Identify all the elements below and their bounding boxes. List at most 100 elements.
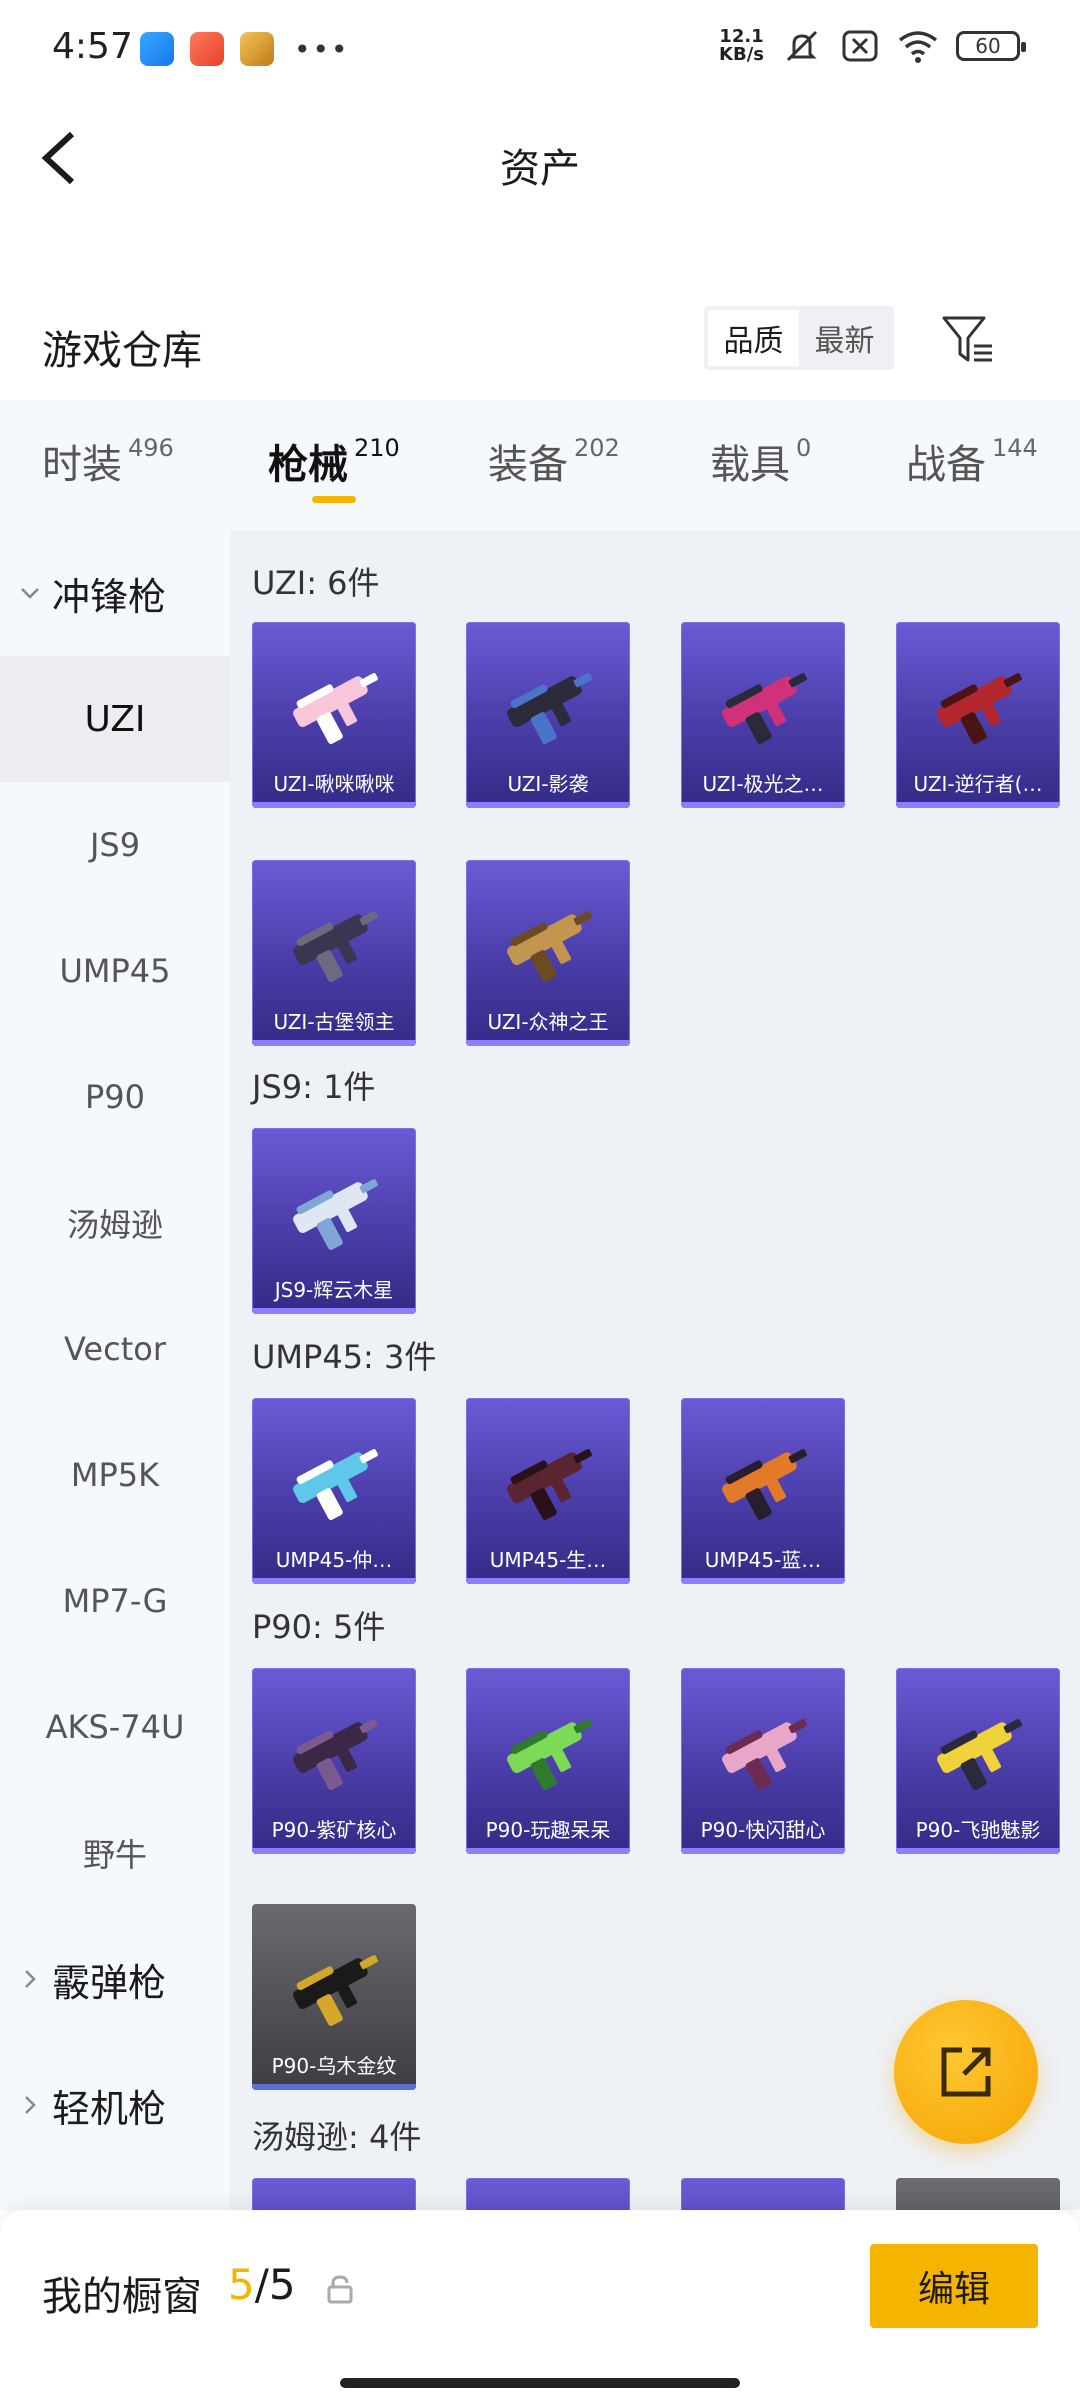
weapon-name: UZI-极光之…	[702, 771, 824, 796]
weapon-name: P90-乌木金纹	[271, 2053, 397, 2078]
rarity-bar	[466, 1848, 630, 1854]
weapon-card[interactable]: UZI-极光之…	[681, 622, 845, 808]
sidebar-item-thompson[interactable]: 汤姆逊	[0, 1160, 230, 1286]
filter-icon[interactable]	[940, 312, 996, 368]
status-app-icons: •••	[140, 32, 350, 66]
weapon-skin-image	[293, 1179, 378, 1250]
warehouse-title: 游戏仓库	[42, 328, 202, 374]
weapon-name: UZI-逆行者(…	[913, 771, 1043, 796]
weapon-grid: UZI: 6件 JS9: 1件 UMP45: 3件 P90: 5件 汤姆逊: 4…	[230, 530, 1080, 2210]
tab-combat-gear[interactable]: 战备 144	[906, 432, 1038, 490]
no-sim-icon	[842, 30, 878, 62]
tab-costume[interactable]: 时装 496	[42, 432, 174, 490]
tab-equipment[interactable]: 装备 202	[488, 432, 620, 490]
lock-icon	[327, 2275, 353, 2304]
sidebar-item-uzi[interactable]: UZI	[0, 656, 230, 782]
chevron-right-icon	[25, 1970, 36, 1988]
weapon-skin-image	[507, 1719, 592, 1790]
weapon-name: UMP45-仲…	[275, 1547, 393, 1572]
sidebar-item-p90[interactable]: P90	[0, 1034, 230, 1160]
section-title-ump45: UMP45: 3件	[252, 1338, 437, 1376]
weapon-skin-image	[937, 1719, 1022, 1790]
tab-vehicles[interactable]: 载具 0	[710, 432, 811, 490]
home-indicator[interactable]	[340, 2378, 740, 2388]
weapon-card[interactable]: UZI-众神之王	[466, 860, 630, 1046]
rarity-bar	[252, 1578, 416, 1584]
weapon-skin-image	[937, 673, 1022, 744]
weapon-card[interactable]: UMP45-生…	[466, 1398, 630, 1584]
status-bar: 4:57 ••• 12.1 KB/s 60	[0, 0, 1080, 96]
weapon-card[interactable]: UZI-逆行者(…	[896, 622, 1060, 808]
weapon-name: JS9-辉云木星	[274, 1277, 394, 1302]
rarity-bar	[896, 1848, 1060, 1854]
category-tabs: 时装 496 枪械 210 装备 202 载具 0 战备 144	[0, 400, 1080, 530]
weapon-card[interactable]: P90-快闪甜心	[681, 1668, 845, 1854]
rarity-bar	[466, 1040, 630, 1046]
weapon-name: UZI-影袭	[507, 771, 589, 796]
sidebar-item-vector[interactable]: Vector	[0, 1286, 230, 1412]
weapon-name: P90-紫矿核心	[271, 1817, 397, 1842]
rarity-bar	[896, 802, 1060, 808]
weapon-card[interactable]	[896, 2178, 1060, 2210]
page-title: 资产	[500, 146, 580, 192]
sidebar-item-js9[interactable]: JS9	[0, 782, 230, 908]
tab-weapons[interactable]: 枪械 210	[268, 432, 400, 490]
section-title-p90: P90: 5件	[252, 1608, 386, 1646]
weapon-skin-image	[293, 1955, 378, 2026]
weapon-card[interactable]: P90-紫矿核心	[252, 1668, 416, 1854]
weapon-skin-image	[293, 911, 378, 982]
status-time: 4:57	[52, 26, 133, 67]
net-speed: 12.1 KB/s	[719, 26, 764, 65]
more-notifications-icon: •••	[294, 32, 350, 66]
showcase-count: 5/5	[228, 2260, 296, 2309]
weapon-card[interactable]: P90-乌木金纹	[252, 1904, 416, 2090]
sort-quality-button[interactable]: 品质	[708, 310, 799, 366]
rarity-bar	[681, 802, 845, 808]
weapon-card[interactable]	[252, 2178, 416, 2210]
weapon-card[interactable]: UZI-影袭	[466, 622, 630, 808]
weapon-skin-image	[722, 673, 807, 744]
weapon-card[interactable]: UMP45-蓝…	[681, 1398, 845, 1584]
share-button[interactable]	[894, 2000, 1038, 2144]
weapon-skin-image	[507, 1449, 592, 1520]
rarity-bar	[466, 1578, 630, 1584]
weapon-card[interactable]: UMP45-仲…	[252, 1398, 416, 1584]
sort-newest-button[interactable]: 最新	[799, 310, 890, 366]
weapon-card[interactable]	[681, 2178, 845, 2210]
weapon-name: P90-飞驰魅影	[915, 1817, 1041, 1842]
section-title-thompson: 汤姆逊: 4件	[252, 2118, 422, 2156]
sidebar-group-smg[interactable]: 冲锋枪	[0, 530, 230, 656]
warehouse-header: 游戏仓库 品质 最新	[0, 290, 1080, 400]
sort-toggle: 品质 最新	[704, 306, 894, 370]
sidebar-group-shotgun[interactable]: 霰弹枪	[0, 1916, 230, 2042]
sidebar-item-bizon[interactable]: 野牛	[0, 1790, 230, 1916]
weapon-card[interactable]: UZI-古堡领主	[252, 860, 416, 1046]
app-notification-icon	[240, 32, 274, 66]
sidebar-item-aks74u[interactable]: AKS-74U	[0, 1664, 230, 1790]
mute-bell-icon	[786, 30, 818, 62]
section-title-js9: JS9: 1件	[252, 1068, 376, 1106]
sidebar-item-ump45[interactable]: UMP45	[0, 908, 230, 1034]
rarity-bar	[252, 802, 416, 808]
weapon-card[interactable]: P90-飞驰魅影	[896, 1668, 1060, 1854]
share-icon	[941, 2047, 991, 2097]
sidebar-group-lmg[interactable]: 轻机枪	[0, 2042, 230, 2168]
app-notification-icon	[190, 32, 224, 66]
weapon-skin-image	[722, 1719, 807, 1790]
sidebar-item-mp7g[interactable]: MP7-G	[0, 1538, 230, 1664]
weapon-card[interactable]: UZI-啾咪啾咪	[252, 622, 416, 808]
battery-icon: 60	[956, 31, 1026, 61]
weapon-card[interactable]	[466, 2178, 630, 2210]
rarity-bar	[252, 1848, 416, 1854]
weapon-card[interactable]: JS9-辉云木星	[252, 1128, 416, 1314]
rarity-bar	[252, 1308, 416, 1314]
weapon-name: UZI-啾咪啾咪	[273, 771, 395, 796]
edit-button[interactable]: 编辑	[870, 2244, 1038, 2328]
weapon-card[interactable]: P90-玩趣呆呆	[466, 1668, 630, 1854]
weapon-skin-image	[293, 673, 378, 744]
weapon-name: P90-玩趣呆呆	[485, 1817, 611, 1842]
rarity-bar	[681, 1848, 845, 1854]
weapon-skin-image	[293, 1719, 378, 1790]
sidebar-item-mp5k[interactable]: MP5K	[0, 1412, 230, 1538]
rarity-bar	[466, 802, 630, 808]
